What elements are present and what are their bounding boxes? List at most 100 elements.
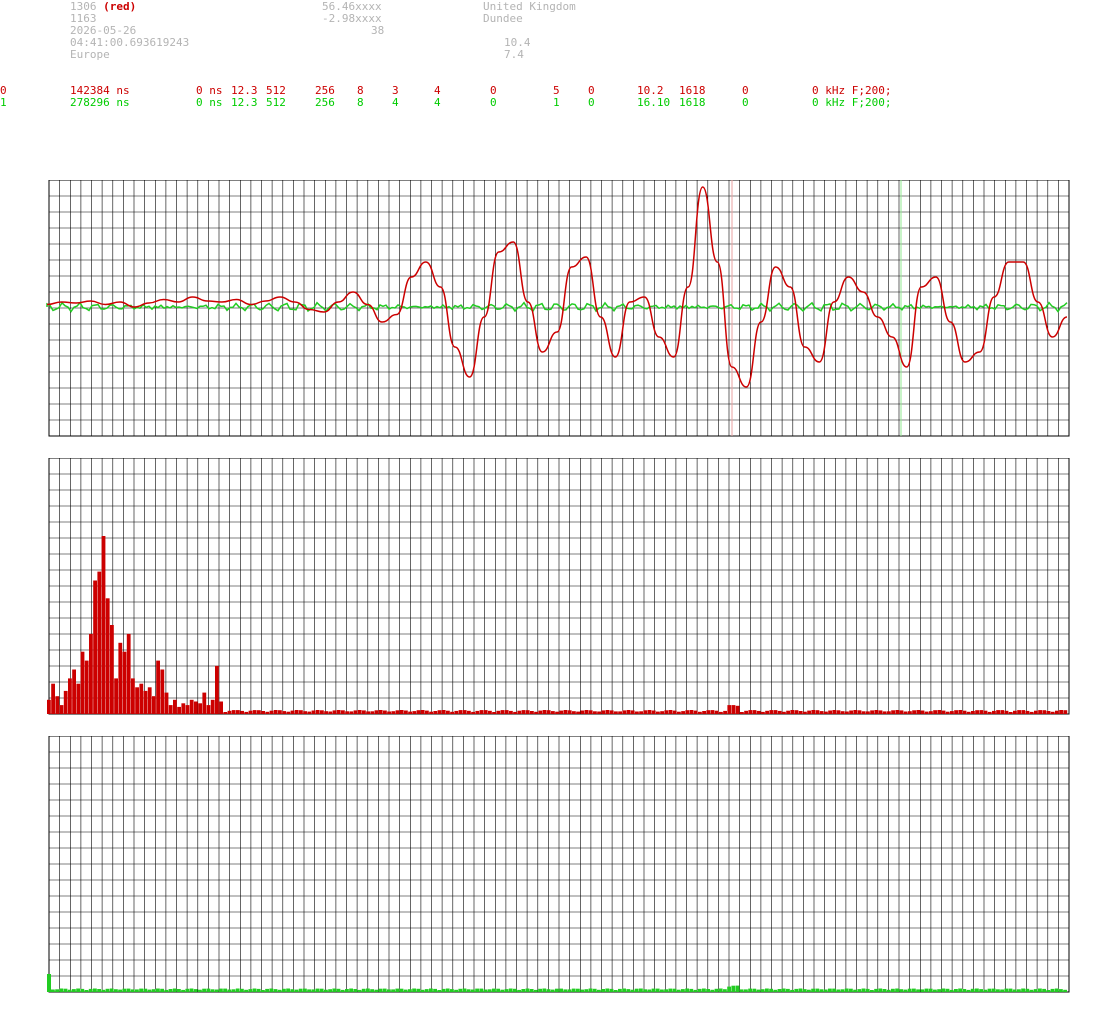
bar-red-floor: [903, 711, 908, 714]
bar-green-floor: [655, 988, 660, 992]
bar-green-floor: [605, 988, 610, 992]
bar-red-floor: [454, 710, 459, 714]
bar-red-floor: [416, 710, 421, 714]
bar-red-40: [215, 665, 219, 714]
bar-green-floor: [979, 989, 983, 992]
bar-red-4: [63, 690, 68, 714]
bar-red-floor: [425, 710, 429, 714]
bar-red-floor: [794, 710, 799, 714]
bar-green-floor: [865, 988, 870, 992]
bar-green-floor: [592, 988, 597, 992]
station-color: (red): [103, 0, 137, 13]
bar-red-floor: [786, 710, 790, 714]
bar-red-floor: [357, 710, 362, 714]
bar-green-floor: [366, 988, 370, 992]
bar-red-floor: [408, 711, 412, 714]
bar-red-floor: [916, 710, 921, 714]
bar-green-floor: [408, 989, 412, 992]
bar-green-floor: [382, 988, 387, 992]
bar-red-floor: [1055, 710, 1059, 714]
bar-green-floor: [933, 989, 937, 992]
bar-green-floor: [311, 989, 316, 992]
bar-red-floor: [509, 710, 513, 714]
bar-red-floor: [651, 710, 656, 714]
bar-red-floor: [761, 711, 765, 714]
bar-green-floor: [966, 989, 971, 992]
bar-red-floor: [790, 710, 795, 714]
bar-red-floor: [412, 711, 417, 714]
bar-green-floor: [672, 988, 677, 992]
bar-green-floor: [345, 989, 349, 992]
bar-red-floor: [353, 710, 358, 714]
grid: [48, 736, 1070, 993]
bar-red-floor: [836, 710, 841, 714]
bar-green-floor: [504, 989, 509, 992]
bar-green-floor: [1054, 988, 1059, 992]
bar-red-floor: [559, 710, 564, 714]
bar-green-floor: [475, 988, 479, 992]
bar-green-floor: [723, 989, 727, 992]
bar-green-floor: [760, 989, 765, 992]
bar-red-floor: [336, 710, 341, 714]
bar-red-floor: [996, 710, 1000, 714]
bar-green-floor: [857, 989, 862, 992]
bar-green-floor: [193, 989, 198, 992]
bar-red-floor: [874, 710, 879, 714]
bar-red-floor: [538, 710, 543, 714]
bar-red-floor: [555, 711, 559, 714]
bar-red-floor: [614, 711, 618, 714]
bar-green-floor: [1063, 989, 1067, 992]
bar-red-floor: [492, 712, 496, 714]
bar-red-floor: [941, 710, 946, 714]
bar-red-22: [139, 683, 144, 714]
bar-red-floor: [639, 711, 643, 714]
bar-red-0: [47, 699, 51, 714]
bar-red-floor: [294, 710, 299, 714]
bar-red-floor: [811, 710, 816, 714]
bar-red-floor: [387, 711, 391, 714]
bar-red-floor: [605, 710, 610, 714]
bar-green-floor: [744, 989, 748, 992]
bar-red-6: [72, 669, 76, 714]
bar-green-floor: [664, 989, 668, 992]
bar-green-0: [47, 974, 51, 992]
bar-red-floor: [349, 711, 354, 714]
bar-red-floor: [437, 710, 442, 714]
bar-red-floor: [580, 710, 585, 714]
bar-green-floor: [105, 988, 110, 992]
bar-green-floor: [378, 988, 383, 992]
bar-red-floor: [404, 710, 408, 714]
bar-green-floor: [340, 989, 345, 992]
bar-red-floor: [1008, 712, 1013, 714]
bar-green-floor: [634, 988, 639, 992]
bar-red-39: [210, 699, 215, 714]
bar-red-floor: [861, 711, 866, 714]
bar-green-floor: [916, 989, 920, 992]
bar-red-floor: [433, 711, 438, 714]
bar-green-floor: [206, 988, 211, 992]
bar-green-floor: [1029, 989, 1034, 992]
bar-red-floor: [1013, 710, 1017, 714]
bar-red-floor: [265, 711, 270, 714]
series-ch1: [46, 301, 1068, 313]
bar-red-floor: [483, 710, 488, 714]
bar-red-floor: [551, 711, 555, 714]
bar-red-floor: [735, 705, 740, 714]
bar-red-floor: [525, 710, 530, 714]
bar-red-floor: [1017, 710, 1021, 714]
bar-red-29: [168, 705, 173, 714]
bar-red-floor: [273, 710, 278, 714]
bar-red-floor: [958, 710, 963, 714]
bar-red-27: [160, 669, 165, 714]
bar-red-floor: [399, 710, 404, 714]
bar-red-floor: [496, 710, 501, 714]
bar-green-floor: [609, 988, 614, 992]
bar-green-floor: [181, 989, 185, 992]
bar-green-floor: [534, 989, 538, 992]
bar-green-floor: [265, 988, 269, 992]
bar-green-floor: [361, 988, 366, 992]
bar-green-floor: [870, 990, 874, 992]
bar-green-floor: [84, 990, 89, 992]
channel-1-v5: 4: [392, 96, 399, 109]
bar-green-floor: [559, 988, 563, 992]
